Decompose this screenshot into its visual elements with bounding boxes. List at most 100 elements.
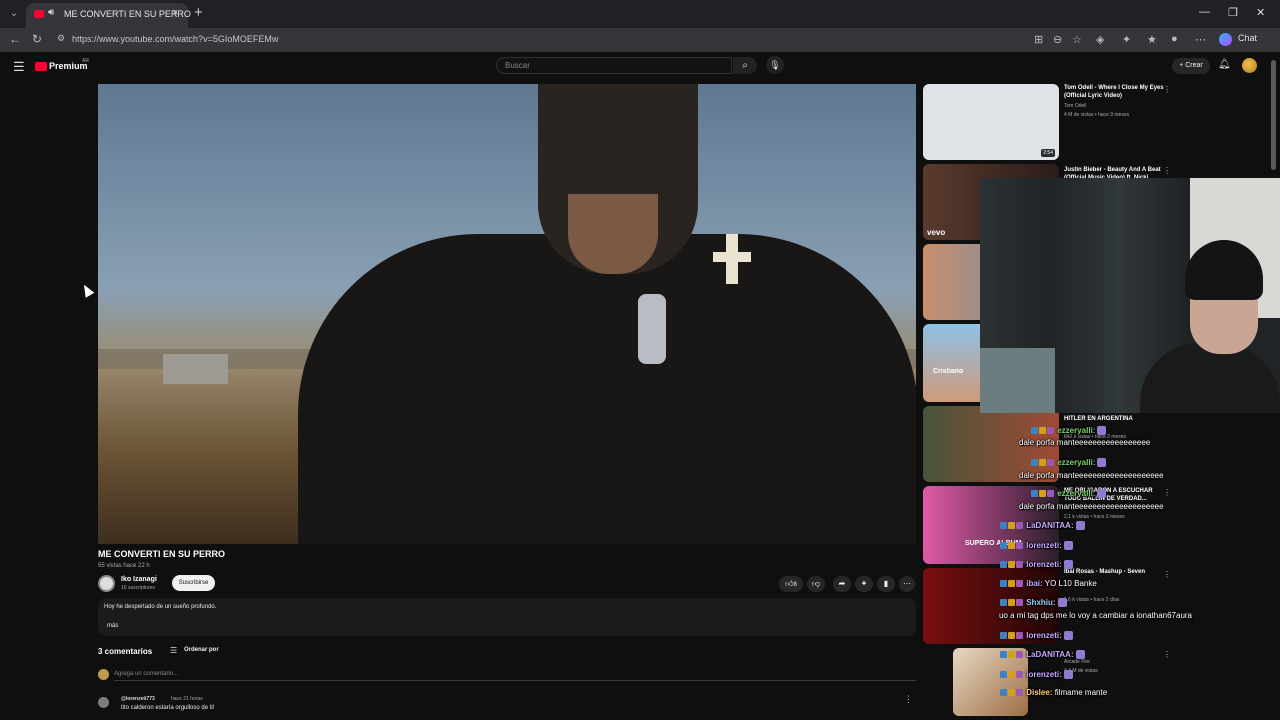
bookmark-star-icon[interactable]: ☆ — [1072, 33, 1082, 46]
chat-badge-icon — [1047, 427, 1054, 435]
person-face — [568, 194, 658, 274]
install-app-icon[interactable]: ⊞ — [1034, 33, 1043, 46]
chat-emote-icon — [1097, 489, 1107, 499]
chat-badge-icon — [1031, 490, 1038, 498]
search-icon[interactable]: ⌕ — [733, 57, 757, 74]
chat-username: ezzeryalli: — [1055, 426, 1096, 435]
chat-message: dale porfa manteeeeeeeeeeeeeeeeeeee — [1019, 471, 1164, 480]
comment-user[interactable]: @lorenzeti773 — [121, 696, 155, 702]
channel-subscribers: 16 suscriptores — [121, 585, 155, 591]
page-scrollbar[interactable] — [1271, 60, 1276, 170]
chat-text: uo a mi tag dps me lo voy a cambiar a io… — [999, 611, 1193, 620]
chat-username: ezzeryalli: — [1055, 458, 1096, 467]
more-menu-icon[interactable]: ⋯ — [1195, 33, 1206, 46]
subscribe-button[interactable]: Suscribirse — [172, 575, 215, 591]
chat-text: dale porfa manteeeeeeeeeeeeeeeeeeee — [1019, 471, 1164, 480]
recommendation-menu-icon[interactable]: ⋮ — [1163, 85, 1171, 94]
more-actions-button[interactable]: ⋯ — [899, 576, 915, 592]
chat-badge-icon — [1039, 490, 1046, 498]
chat-badge-icon — [1047, 459, 1054, 467]
recommendation-channel[interactable]: Tom Odell — [1064, 103, 1087, 109]
recommendation-channel[interactable]: Arcade Fire — [1064, 659, 1090, 665]
profile-icon[interactable]: ● — [1171, 33, 1178, 45]
recommendation-title[interactable]: Ibai Rosas - Mashup - Seven — [1064, 568, 1164, 576]
chat-username: LaDANITAA: — [1024, 650, 1074, 659]
person-body — [298, 234, 916, 544]
account-avatar[interactable] — [1242, 58, 1257, 73]
recommendation-menu-icon[interactable]: ⋮ — [1163, 166, 1171, 175]
chat-emote-icon — [1097, 458, 1107, 468]
recommendation-meta: 2,1 k vistas • hace 3 meses — [1064, 514, 1125, 520]
zoom-icon[interactable]: ⊖ — [1053, 33, 1062, 46]
search-input[interactable]: Buscar — [496, 57, 732, 74]
sort-button[interactable]: Ordenar por — [184, 647, 219, 653]
youtube-logo-icon[interactable] — [35, 62, 47, 71]
chat-badge-icon — [1008, 561, 1015, 569]
microphone-icon[interactable]: 🎙︎ — [766, 56, 784, 74]
video-player[interactable] — [98, 84, 916, 544]
description-more-link[interactable]: más — [107, 623, 118, 629]
reload-icon[interactable]: ↻ — [32, 32, 42, 46]
tab-active[interactable]: 🔊︎ ME CONVERTI EN SU PERRO × — [26, 3, 191, 28]
chat-message: lorenzeti: — [1000, 541, 1073, 551]
share-button[interactable]: ➦ — [833, 576, 851, 592]
maximize-button[interactable]: ❐ — [1228, 6, 1238, 19]
recommendation-title[interactable]: Tom Odell - Where I Close My Eyes (Offic… — [1064, 84, 1164, 100]
close-window-button[interactable]: ✕ — [1256, 6, 1265, 19]
tab-search-icon[interactable]: ⌄ — [6, 6, 22, 22]
like-button[interactable]: 👍︎8 — [779, 576, 803, 592]
search-placeholder: Buscar — [505, 61, 530, 70]
create-button[interactable]: + Crear — [1172, 58, 1210, 74]
minimize-button[interactable]: — — [1199, 6, 1210, 18]
favorites-icon[interactable]: ★ — [1147, 33, 1157, 46]
address-toolbar: ← ↻ ⚙ https://www.youtube.com/watch?v=5G… — [0, 28, 1280, 52]
mouse-cursor-icon — [79, 282, 95, 298]
description-box[interactable]: Hoy he despertado de un sueño profundo. … — [98, 598, 916, 636]
chat-button[interactable]: Chat — [1238, 33, 1257, 43]
recommendation-thumbnail[interactable]: 2:54 — [923, 84, 1059, 160]
recommendation-title[interactable]: HITLER EN ARGENTINA — [1064, 415, 1164, 423]
comment-menu-icon[interactable]: ⋮ — [904, 694, 913, 705]
audio-playing-icon[interactable]: 🔊︎ — [48, 7, 54, 18]
ask-button[interactable]: ✦ — [855, 576, 873, 592]
chat-message: dale porfa manteeeeeeeeeeeeeeeeeeee — [1019, 502, 1164, 511]
chat-badge-icon — [1016, 599, 1023, 607]
recommendation-menu-icon[interactable]: ⋮ — [1163, 570, 1171, 579]
sort-icon[interactable]: ☰ — [170, 646, 177, 655]
url-text[interactable]: https://www.youtube.com/watch?v=5GIoMOEF… — [72, 34, 278, 44]
chat-badge-icon — [1008, 689, 1015, 697]
channel-avatar[interactable] — [98, 575, 115, 592]
chat-badge-icon — [1039, 427, 1046, 435]
chat-username: lorenzeti: — [1024, 541, 1062, 550]
new-tab-button[interactable]: + — [194, 4, 203, 21]
site-info-icon[interactable]: ⚙ — [57, 33, 65, 44]
chat-badge-icon — [1016, 651, 1023, 659]
video-duration: 2:54 — [1041, 149, 1055, 157]
channel-name[interactable]: Iko Izanagi — [121, 576, 157, 583]
chat-emote-icon — [1063, 670, 1073, 680]
chat-emote-icon — [1097, 426, 1107, 436]
chat-emote-icon — [1057, 598, 1067, 608]
save-button[interactable]: ▮ — [877, 576, 895, 592]
chat-badge-icon — [1047, 490, 1054, 498]
recommendation-menu-icon[interactable]: ⋮ — [1163, 650, 1171, 659]
dislike-button[interactable]: 👎︎ — [807, 576, 825, 592]
extensions-puzzle-icon[interactable]: ✦ — [1122, 33, 1131, 46]
commenter-avatar[interactable] — [98, 697, 109, 708]
recommendation-menu-icon[interactable]: ⋮ — [1163, 488, 1171, 497]
chat-username: ezzeryalli: — [1055, 489, 1096, 498]
add-comment-input[interactable]: Agrega un comentario... — [114, 671, 178, 677]
thumbs-up-icon: 👍︎ — [785, 579, 794, 588]
chat-message: LaDANITAA: — [1000, 650, 1085, 660]
vevo-badge: vevo — [927, 228, 946, 237]
notifications-bell-icon[interactable]: 🔔︎ — [1218, 59, 1231, 70]
chat-badge-icon — [1008, 580, 1015, 588]
extension-icon[interactable]: ◈ — [1096, 33, 1104, 46]
chat-message: LaDANITAA: — [1000, 521, 1085, 531]
like-count: 8 — [793, 582, 797, 588]
chat-badge-icon — [1008, 599, 1015, 607]
back-icon[interactable]: ← — [9, 32, 21, 46]
share-icon: ➦ — [838, 579, 846, 588]
tab-close-icon[interactable]: × — [172, 7, 178, 19]
hamburger-menu-icon[interactable]: ☰ — [13, 59, 25, 75]
